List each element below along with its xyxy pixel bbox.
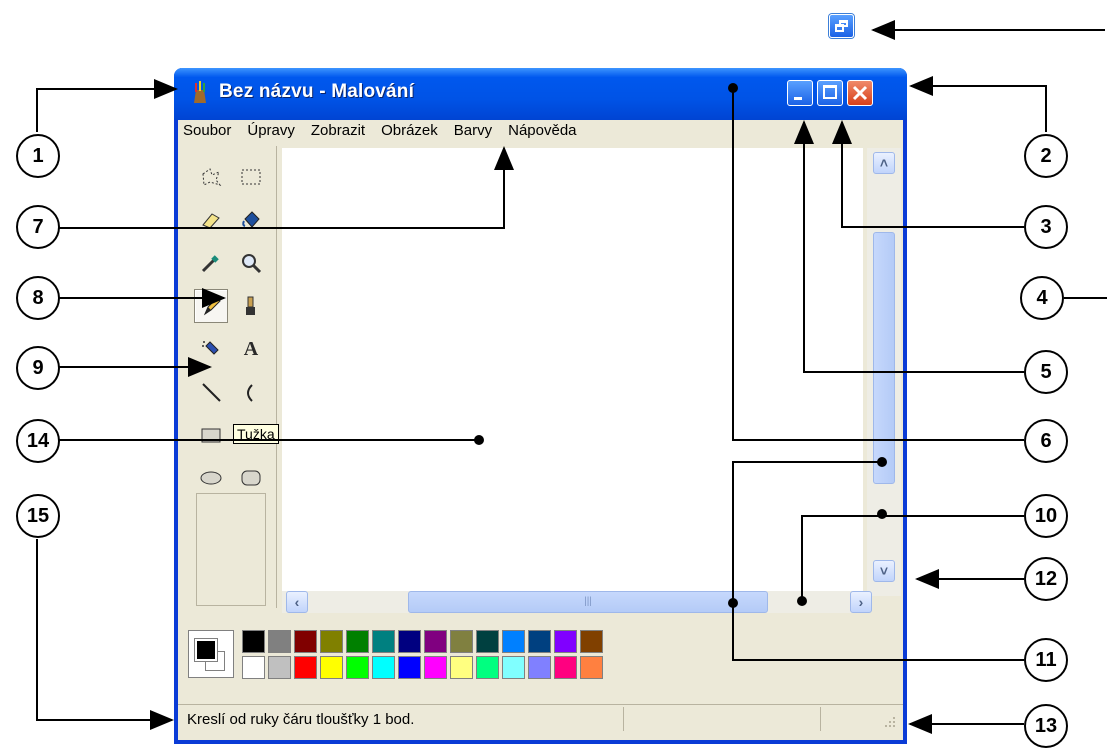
callout-8: 8 xyxy=(16,276,60,320)
callout-7: 7 xyxy=(16,205,60,249)
callout-1: 1 xyxy=(16,134,60,178)
callout-4: 4 xyxy=(1020,276,1064,320)
callout-10: 10 xyxy=(1024,494,1068,538)
callout-3: 3 xyxy=(1024,205,1068,249)
callout-12: 12 xyxy=(1024,557,1068,601)
callout-15: 15 xyxy=(16,494,60,538)
callout-11: 11 xyxy=(1024,638,1068,682)
callout-6: 6 xyxy=(1024,419,1068,463)
annotation-lines xyxy=(36,20,1107,734)
callout-5: 5 xyxy=(1024,350,1068,394)
callout-13: 13 xyxy=(1024,704,1068,748)
callout-9: 9 xyxy=(16,346,60,390)
callout-14: 14 xyxy=(16,419,60,463)
callout-2: 2 xyxy=(1024,134,1068,178)
